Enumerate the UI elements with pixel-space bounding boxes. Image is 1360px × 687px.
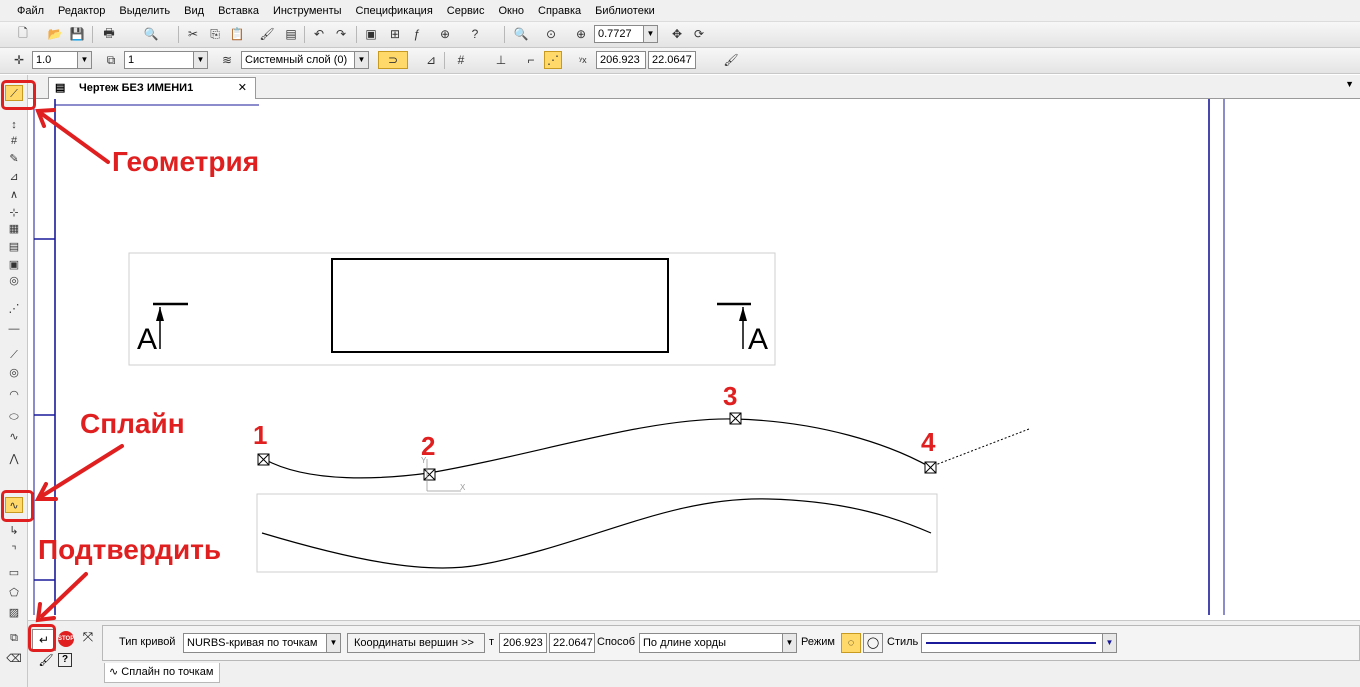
annotation-geometry: Геометрия xyxy=(112,146,260,177)
annotation-confirm: Подтвердить xyxy=(38,534,222,565)
annotation-spline: Сплайн xyxy=(80,408,185,439)
annotation-arrows xyxy=(34,108,124,623)
